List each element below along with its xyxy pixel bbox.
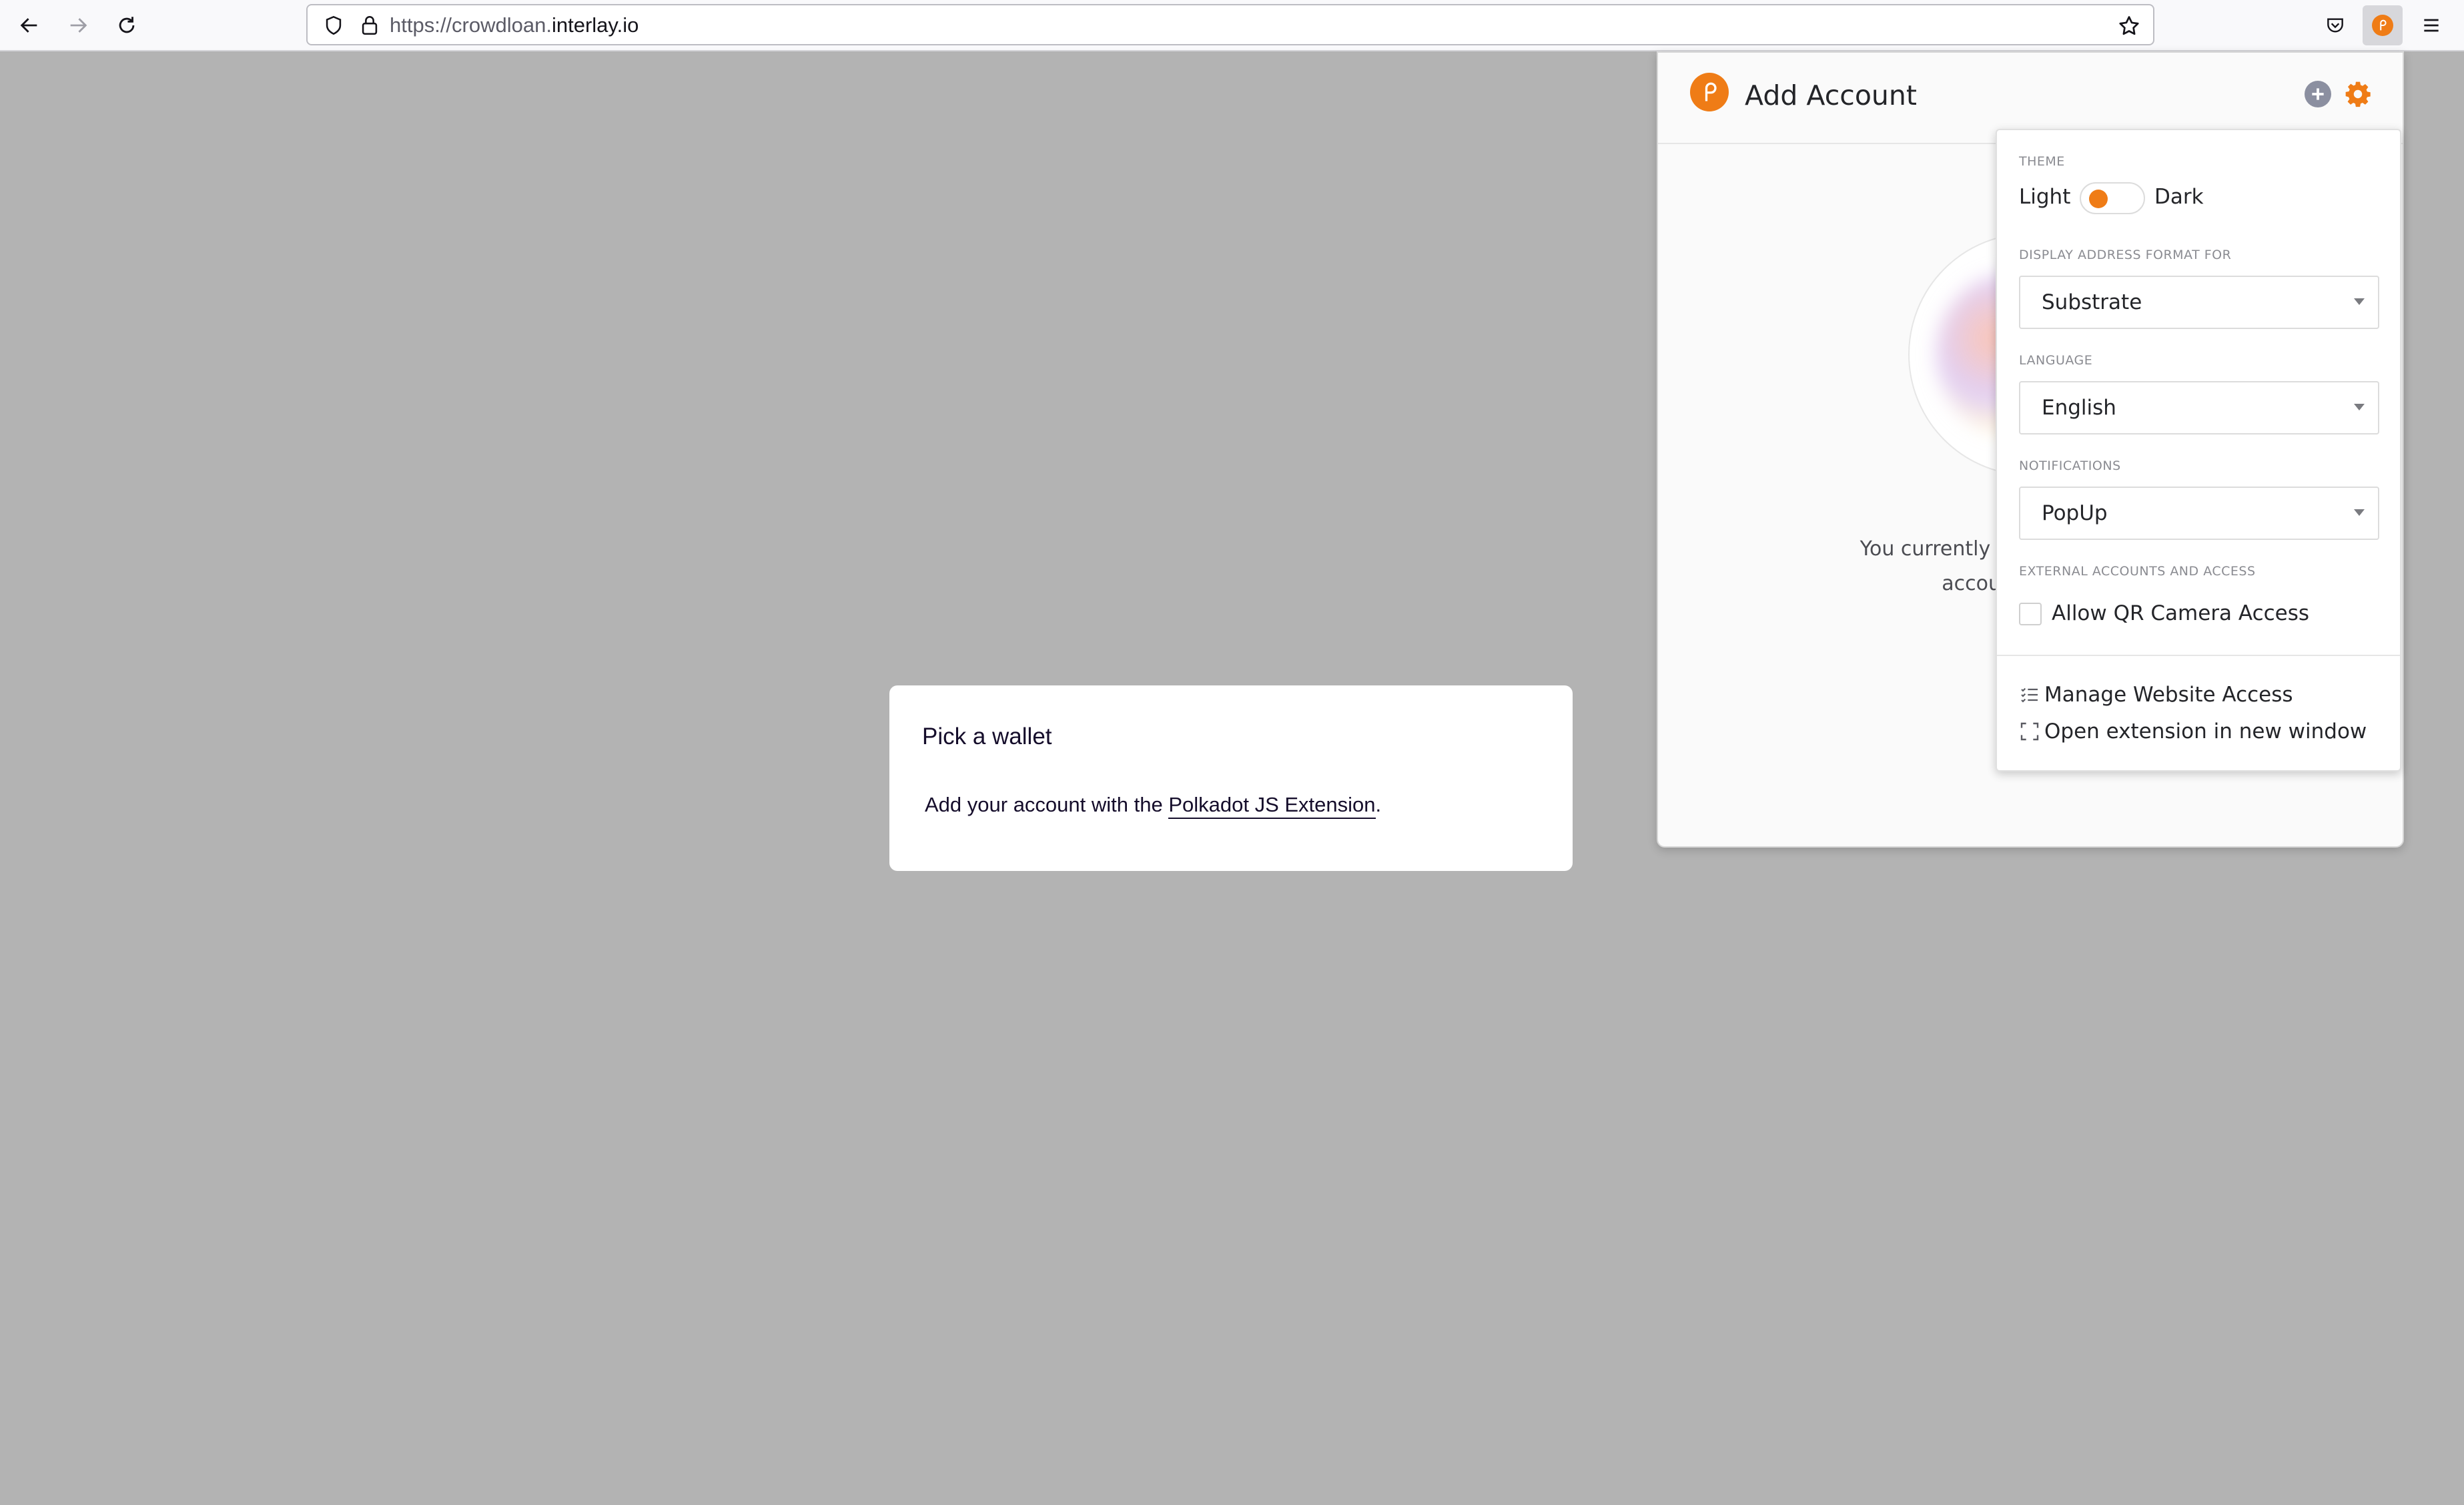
notifications-value: PopUp bbox=[2042, 501, 2108, 525]
address-format-value: Substrate bbox=[2042, 290, 2142, 314]
chevron-down-icon bbox=[2354, 509, 2365, 516]
external-access-label: EXTERNAL ACCOUNTS AND ACCESS bbox=[2019, 564, 2256, 579]
theme-toggle[interactable] bbox=[2080, 182, 2145, 214]
language-select[interactable]: English bbox=[2019, 381, 2379, 434]
theme-toggle-knob bbox=[2089, 190, 2108, 208]
shield-icon[interactable] bbox=[322, 14, 345, 40]
qr-camera-label[interactable]: Allow QR Camera Access bbox=[2052, 601, 2309, 625]
manage-website-access-item[interactable]: Manage Website Access bbox=[2019, 680, 2293, 709]
address-format-label: DISPLAY ADDRESS FORMAT FOR bbox=[2019, 248, 2232, 262]
gear-icon[interactable] bbox=[2343, 79, 2373, 109]
theme-light-label: Light bbox=[2019, 185, 2071, 209]
theme-dark-label: Dark bbox=[2154, 185, 2204, 209]
open-new-window-item[interactable]: Open extension in new window bbox=[2019, 717, 2367, 746]
popup-title: Add Account bbox=[1745, 79, 1917, 111]
url-bar[interactable]: https://crowdloan.interlay.io bbox=[306, 4, 2154, 45]
expand-icon bbox=[2020, 722, 2039, 741]
address-format-select[interactable]: Substrate bbox=[2019, 276, 2379, 329]
url-subdomain: crowdloan. bbox=[452, 13, 552, 37]
modal-description: Add your account with the Polkadot JS Ex… bbox=[925, 793, 1382, 819]
add-account-icon[interactable] bbox=[2305, 81, 2331, 107]
pick-wallet-modal: Pick a wallet Add your account with the … bbox=[889, 685, 1573, 871]
polkadot-extension-icon[interactable] bbox=[2363, 5, 2403, 45]
reload-icon[interactable] bbox=[111, 9, 143, 41]
polkadot-extension-link[interactable]: Polkadot JS Extension bbox=[1168, 793, 1376, 819]
bookmark-star-icon[interactable] bbox=[2117, 14, 2141, 41]
qr-camera-checkbox[interactable] bbox=[2019, 603, 2042, 625]
url-text[interactable]: https://crowdloan.interlay.io bbox=[390, 13, 639, 37]
chevron-down-icon bbox=[2354, 404, 2365, 410]
browser-toolbar: https://crowdloan.interlay.io bbox=[0, 0, 2464, 51]
manage-website-access-label: Manage Website Access bbox=[2044, 683, 2293, 707]
theme-label: THEME bbox=[2019, 154, 2065, 169]
language-label: LANGUAGE bbox=[2019, 353, 2093, 368]
chevron-down-icon bbox=[2354, 298, 2365, 305]
forward-icon[interactable] bbox=[62, 9, 94, 41]
polkadot-logo-icon bbox=[1690, 73, 1729, 111]
modal-desc-prefix: Add your account with the bbox=[925, 793, 1169, 816]
url-domain: interlay.io bbox=[551, 13, 639, 37]
menu-icon[interactable] bbox=[2415, 9, 2447, 41]
lock-icon[interactable] bbox=[358, 14, 381, 40]
language-value: English bbox=[2042, 396, 2116, 420]
checklist-icon bbox=[2021, 687, 2038, 703]
open-new-window-label: Open extension in new window bbox=[2044, 719, 2367, 743]
pocket-icon[interactable] bbox=[2319, 9, 2351, 41]
url-scheme: https:// bbox=[390, 13, 452, 37]
back-icon[interactable] bbox=[13, 9, 45, 41]
divider bbox=[1997, 655, 2400, 656]
modal-desc-suffix: . bbox=[1375, 793, 1382, 816]
notifications-select[interactable]: PopUp bbox=[2019, 487, 2379, 540]
settings-menu: THEME Light Dark DISPLAY ADDRESS FORMAT … bbox=[1996, 129, 2401, 772]
modal-title: Pick a wallet bbox=[922, 723, 1052, 749]
notifications-label: NOTIFICATIONS bbox=[2019, 459, 2121, 473]
